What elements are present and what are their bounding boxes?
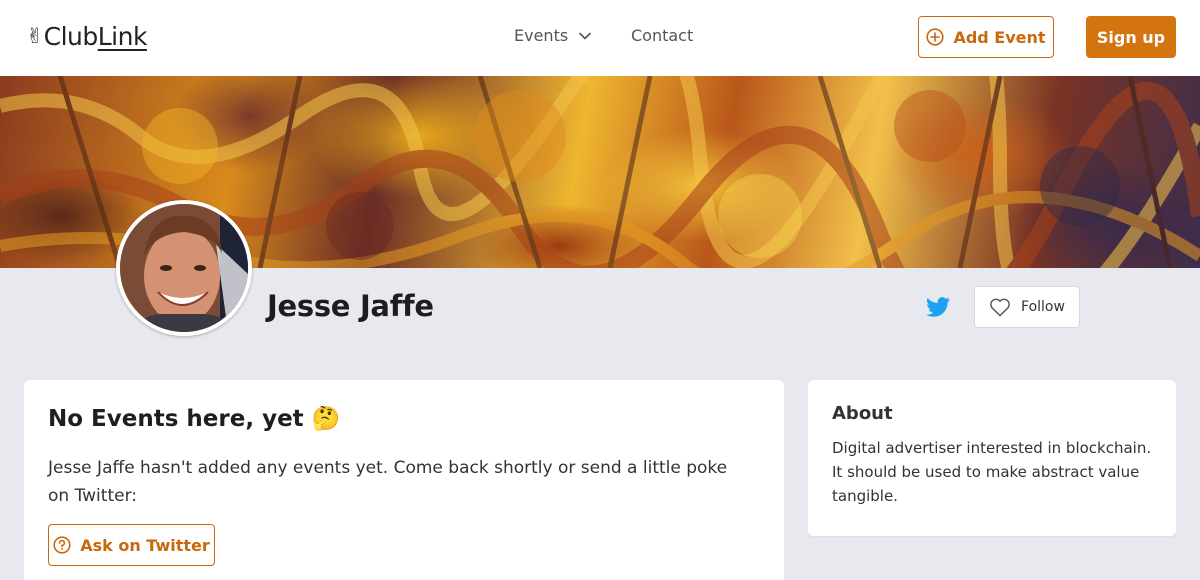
twitter-icon [926,297,950,317]
add-event-button[interactable]: Add Event [918,16,1054,58]
ask-on-twitter-label: Ask on Twitter [80,535,210,555]
ask-on-twitter-button[interactable]: Ask on Twitter [48,524,215,566]
avatar-photo [120,204,248,332]
follow-button[interactable]: Follow [974,286,1080,328]
profile-name: Jesse Jaffe [267,289,434,323]
events-empty-message: Jesse Jaffe hasn't added any events yet.… [48,458,728,506]
logo-text-link: Link [97,22,148,51]
profile-avatar [116,200,252,336]
add-event-label: Add Event [953,27,1046,47]
top-navbar: ✌ Club Link Events Contact Add Event Sig… [0,0,1200,76]
nav-contact-label: Contact [631,26,694,45]
chevron-down-icon [579,32,591,39]
victory-hand-icon: ✌ [26,24,44,48]
events-empty-title: No Events here, yet 🤔 [48,406,341,432]
sign-up-label: Sign up [1096,27,1166,47]
avatar-portrait [120,204,248,332]
plus-circle-icon [926,28,945,46]
follow-label: Follow [1021,299,1065,315]
clublink-logo[interactable]: ✌ Club Link [26,22,147,51]
about-text: Digital advertiser interested in blockch… [832,439,1152,505]
heart-outline-icon [990,298,1010,317]
nav-contact-link[interactable]: Contact [631,26,693,45]
question-circle-icon [53,536,71,554]
logo-text-club: Club [43,22,99,51]
about-title: About [832,403,893,424]
nav-events-dropdown[interactable]: Events [514,26,591,45]
sign-up-button[interactable]: Sign up [1086,16,1176,58]
nav-events-label: Events [514,26,569,45]
events-card: No Events here, yet 🤔 Jesse Jaffe hasn't… [24,380,784,580]
twitter-profile-link[interactable] [926,296,950,318]
about-card: About Digital advertiser interested in b… [808,380,1176,536]
